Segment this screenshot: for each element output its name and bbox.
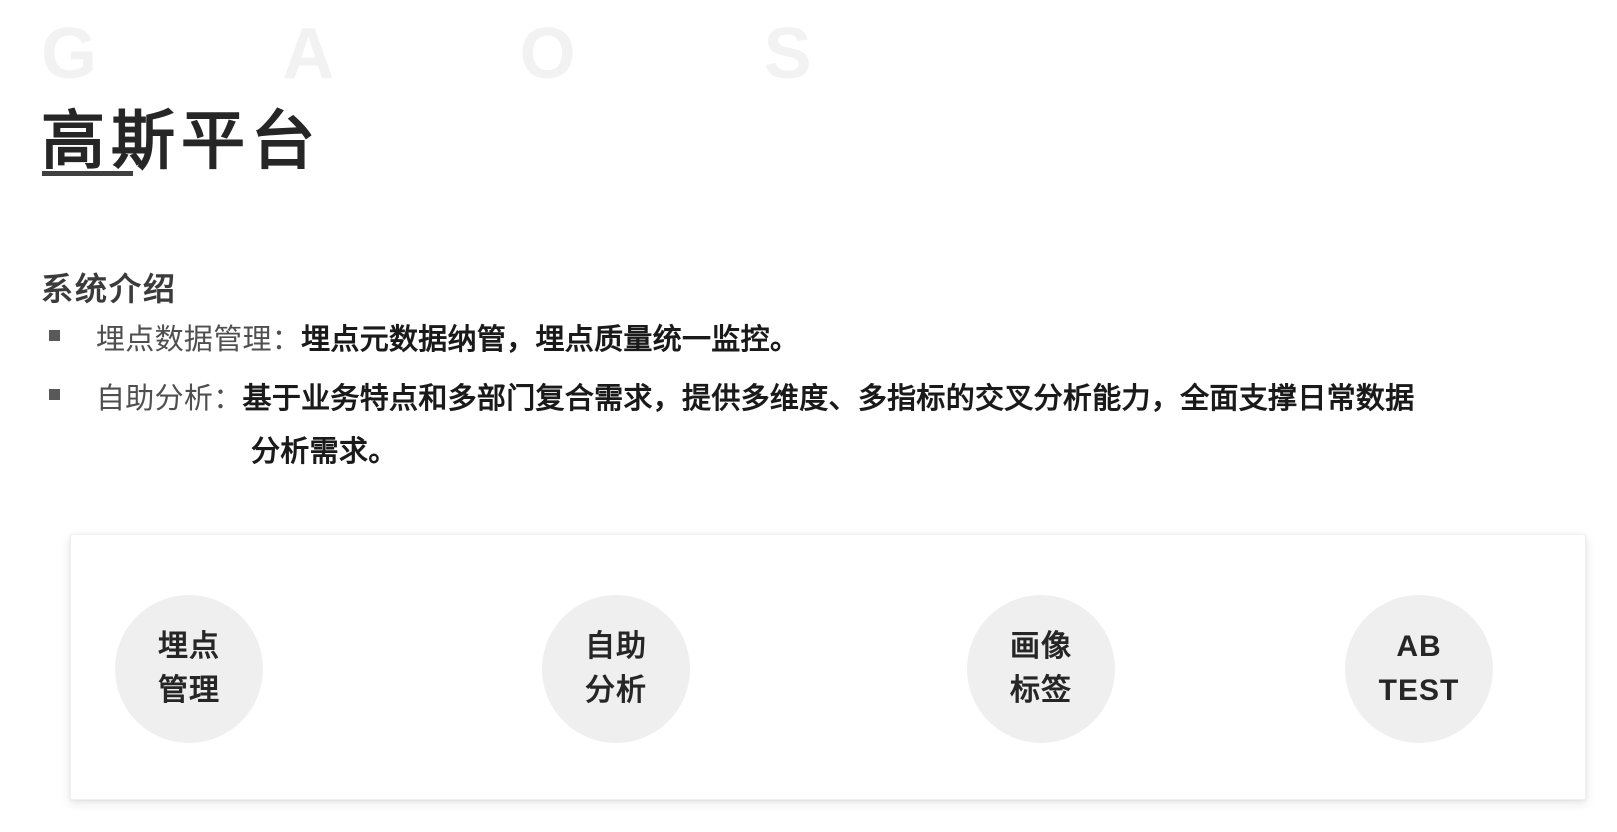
square-bullet-icon [49,330,60,341]
slide-root: G A O S 高斯平台 系统介绍 埋点数据管理：埋点元数据纳管，埋点质量统一监… [0,0,1617,832]
list-item: 自助分析：基于业务特点和多部门复合需求，提供多维度、多指标的交叉分析能力，全面支… [41,373,1581,479]
section-heading-system-intro: 系统介绍 [41,270,178,307]
feature-circle-line1: 埋点 [158,630,220,663]
slide-header: G A O S 高斯平台 [41,8,941,188]
bullet-body: 自助分析：基于业务特点和多部门复合需求，提供多维度、多指标的交叉分析能力，全面支… [96,383,1415,415]
bullet-label: 埋点数据管理： [96,324,302,356]
feature-circle-maidian-guanli[interactable]: 埋点 管理 [115,595,263,743]
feature-circle-line2: TEST [1378,674,1460,707]
feature-circle-huaxiang-biaoqian[interactable]: 画像 标签 [967,595,1115,743]
bullet-continuation: 分析需求。 [251,436,398,468]
feature-circle-zizhu-fenxi[interactable]: 自助 分析 [542,595,690,743]
title-underline-rule [42,171,133,176]
feature-circle-line2: 标签 [1010,674,1072,707]
feature-circle-line1: AB [1396,630,1442,663]
feature-card: 埋点 管理 自助 分析 画像 标签 AB TEST [70,534,1586,800]
feature-circle-line2: 分析 [585,674,647,707]
gaos-watermark-text: G A O S [41,14,896,94]
bullet-body: 埋点数据管理：埋点元数据纳管，埋点质量统一监控。 [96,324,799,356]
page-title: 高斯平台 [41,104,321,177]
bullet-label: 自助分析： [96,383,243,415]
feature-circle-line2: 管理 [158,674,220,707]
feature-circle-line1: 自助 [585,630,647,663]
feature-circle-line1: 画像 [1010,630,1072,663]
list-item: 埋点数据管理：埋点元数据纳管，埋点质量统一监控。 [41,314,1581,367]
feature-circle-ab-test[interactable]: AB TEST [1345,595,1493,743]
bullet-detail: 埋点元数据纳管，埋点质量统一监控。 [301,324,800,356]
bullet-detail: 基于业务特点和多部门复合需求，提供多维度、多指标的交叉分析能力，全面支撑日常数据 [242,383,1415,415]
feature-circle-group: 埋点 管理 自助 分析 画像 标签 AB TEST [71,535,1585,799]
square-bullet-icon [49,389,60,400]
bullet-list: 埋点数据管理：埋点元数据纳管，埋点质量统一监控。 自助分析：基于业务特点和多部门… [41,314,1581,485]
